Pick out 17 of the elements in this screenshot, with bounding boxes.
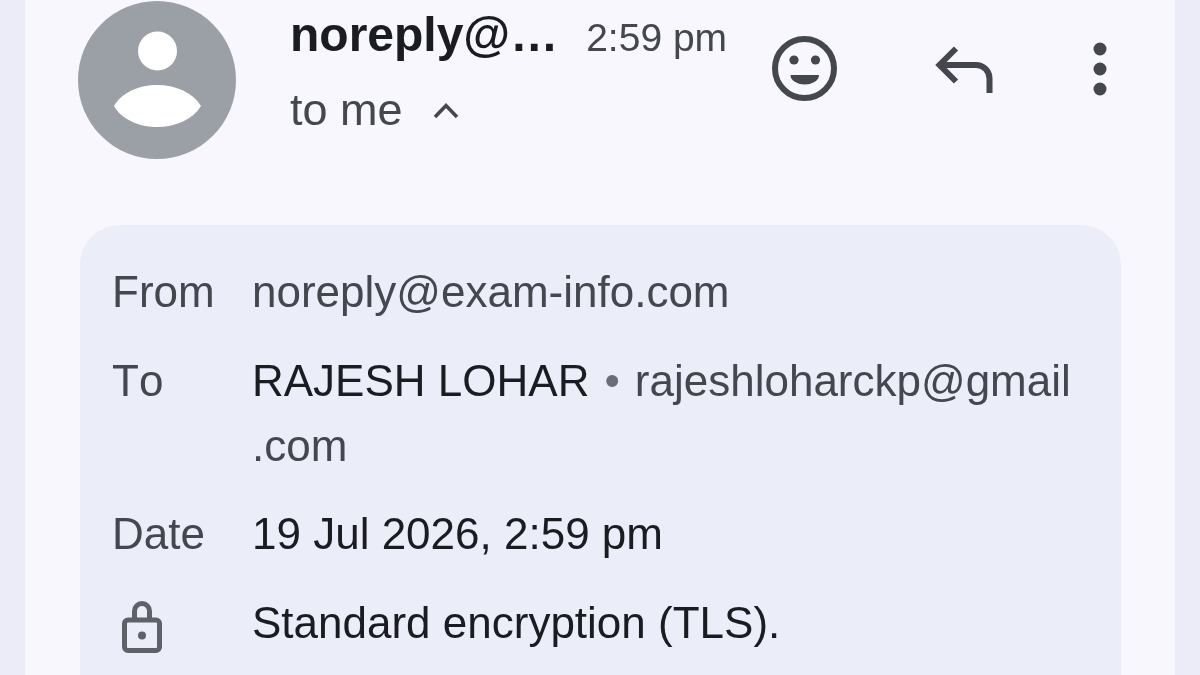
sender-name: noreply@… [290, 11, 559, 59]
date-value: 19 Jul 2026, 2:59 pm [252, 508, 663, 560]
field-label: Date [112, 508, 205, 560]
email-address: noreply@exam-info.com [252, 266, 730, 318]
more-options-button[interactable] [1093, 41, 1107, 96]
vertical-dots-icon [1093, 41, 1107, 96]
recipients-toggle[interactable]: to me [290, 87, 460, 132]
reply-arrow-icon [935, 44, 993, 93]
field-label: To [112, 354, 164, 407]
field-label: From [112, 266, 215, 318]
encryption-info: Standard encryption (TLS). [252, 596, 781, 649]
reaction-button[interactable] [772, 36, 837, 101]
lock-icon [122, 600, 162, 653]
message-time: 2:59 pm [586, 15, 728, 61]
reply-button[interactable] [935, 44, 993, 93]
smiley-icon [772, 36, 837, 101]
recipient-text: RAJESH LOHAR • rajeshloharckp@gmail.com [252, 354, 1072, 472]
